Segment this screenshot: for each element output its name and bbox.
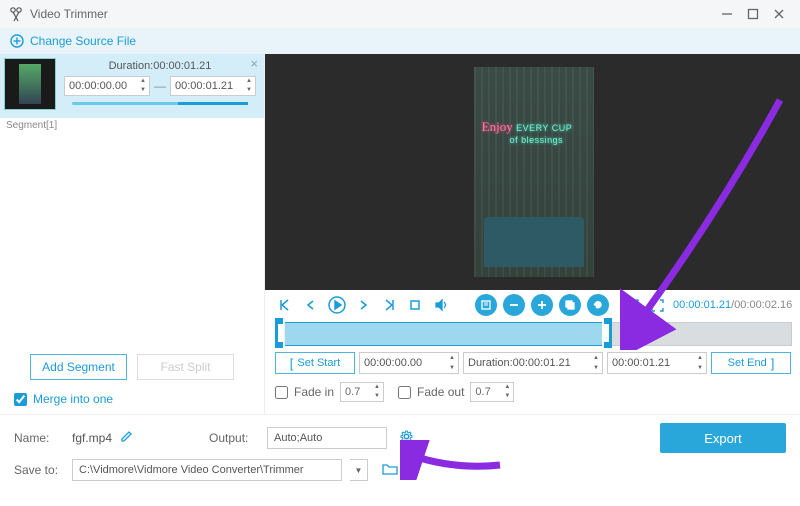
save-to-label: Save to: — [14, 463, 64, 477]
main-area: Duration:00:00:01.21 00:00:00.00 ▲▼ — 00… — [0, 54, 800, 414]
start-time-input[interactable]: 00:00:00.00▲▼ — [359, 352, 459, 374]
reset-round-button[interactable] — [587, 294, 609, 316]
title-bar: Video Trimmer — [0, 0, 800, 28]
merge-label: Merge into one — [33, 392, 113, 406]
trim-inputs-row: [Set Start 00:00:00.00▲▼ Duration:00:00:… — [265, 352, 800, 380]
save-path-dropdown[interactable]: ▼ — [350, 459, 368, 481]
add-segment-button[interactable]: Add Segment — [30, 354, 127, 380]
segment-end-input[interactable]: 00:00:01.21 ▲▼ — [170, 76, 256, 96]
merge-checkbox-row[interactable]: Merge into one — [0, 388, 264, 414]
minimize-button[interactable] — [714, 1, 740, 27]
play-button[interactable] — [327, 295, 347, 315]
segment-duration: Duration:00:00:01.21 — [64, 60, 256, 72]
fullscreen-icon[interactable] — [647, 295, 667, 315]
output-value[interactable]: Auto;Auto — [267, 427, 387, 449]
copy-round-button[interactable] — [559, 294, 581, 316]
segment-info: Duration:00:00:01.21 00:00:00.00 ▲▼ — 00… — [56, 58, 264, 110]
spin-down-icon[interactable]: ▼ — [137, 86, 149, 95]
duration-input[interactable]: Duration:00:00:01.21▲▼ — [463, 352, 603, 374]
goto-end-icon[interactable] — [379, 295, 399, 315]
fade-in-value[interactable]: 0.7▲▼ — [340, 382, 384, 402]
segment-close-icon[interactable]: × — [250, 56, 258, 71]
maximize-button[interactable] — [740, 1, 766, 27]
fade-out-checkbox[interactable] — [398, 386, 411, 399]
remove-round-button[interactable] — [503, 294, 525, 316]
app-icon — [8, 6, 24, 22]
fade-out-value[interactable]: 0.7▲▼ — [470, 382, 514, 402]
segment-label: Segment[1] — [0, 118, 264, 133]
playback-controls: 00:00:01.21/00:00:02.16 — [265, 290, 800, 320]
trim-timeline[interactable] — [275, 322, 792, 346]
segment-item[interactable]: Duration:00:00:01.21 00:00:00.00 ▲▼ — 00… — [0, 54, 264, 118]
fade-in-label: Fade in — [294, 385, 334, 399]
change-source-row[interactable]: Change Source File — [0, 28, 800, 54]
name-value: fgf.mp4 — [72, 431, 112, 445]
bottom-bar: Name: fgf.mp4 Output: Auto;Auto Export S… — [0, 414, 800, 495]
trim-handle-start[interactable] — [275, 318, 285, 348]
change-source-label: Change Source File — [30, 34, 136, 48]
step-forward-icon[interactable] — [353, 295, 373, 315]
end-time-input[interactable]: 00:00:01.21▲▼ — [607, 352, 707, 374]
volume-icon[interactable] — [431, 295, 451, 315]
edit-name-icon[interactable] — [120, 430, 133, 446]
segment-start-input[interactable]: 00:00:00.00 ▲▼ — [64, 76, 150, 96]
step-back-icon[interactable] — [301, 295, 321, 315]
close-button[interactable] — [766, 1, 792, 27]
export-button[interactable]: Export — [660, 423, 786, 453]
fast-split-button[interactable]: Fast Split — [137, 354, 234, 380]
trim-selection — [277, 322, 608, 346]
set-end-button[interactable]: Set End] — [711, 352, 791, 374]
output-label: Output: — [209, 431, 259, 445]
plus-circle-icon — [10, 34, 24, 48]
spin-up-icon[interactable]: ▲ — [243, 77, 255, 86]
preview-panel: Enjoy EVERY CUP of blessings — [265, 54, 800, 414]
name-label: Name: — [14, 431, 64, 445]
output-settings-icon[interactable] — [399, 429, 414, 447]
stop-icon[interactable] — [405, 295, 425, 315]
fade-out-label: Fade out — [417, 385, 464, 399]
bracket-play-icon[interactable] — [621, 295, 641, 315]
spin-up-icon[interactable]: ▲ — [137, 77, 149, 86]
time-readout: 00:00:01.21/00:00:02.16 — [673, 299, 792, 311]
goto-start-icon[interactable] — [275, 295, 295, 315]
segment-progress — [72, 102, 248, 105]
app-title: Video Trimmer — [30, 7, 714, 21]
segments-panel: Duration:00:00:01.21 00:00:00.00 ▲▼ — 00… — [0, 54, 265, 414]
segment-thumbnail — [4, 58, 56, 110]
preview-frame: Enjoy EVERY CUP of blessings — [474, 67, 594, 277]
trim-handle-end[interactable] — [602, 318, 612, 348]
add-round-button[interactable] — [531, 294, 553, 316]
save-path-input[interactable]: C:\Vidmore\Vidmore Video Converter\Trimm… — [72, 459, 342, 481]
open-folder-icon[interactable] — [382, 462, 398, 479]
dash-icon: — — [154, 79, 166, 93]
video-preview: Enjoy EVERY CUP of blessings — [265, 54, 800, 290]
set-start-button[interactable]: [Set Start — [275, 352, 355, 374]
spin-down-icon[interactable]: ▼ — [243, 86, 255, 95]
fade-in-checkbox[interactable] — [275, 386, 288, 399]
fade-row: Fade in 0.7▲▼ Fade out 0.7▲▼ — [265, 380, 800, 404]
merge-checkbox[interactable] — [14, 393, 27, 406]
edit-round-button[interactable] — [475, 294, 497, 316]
